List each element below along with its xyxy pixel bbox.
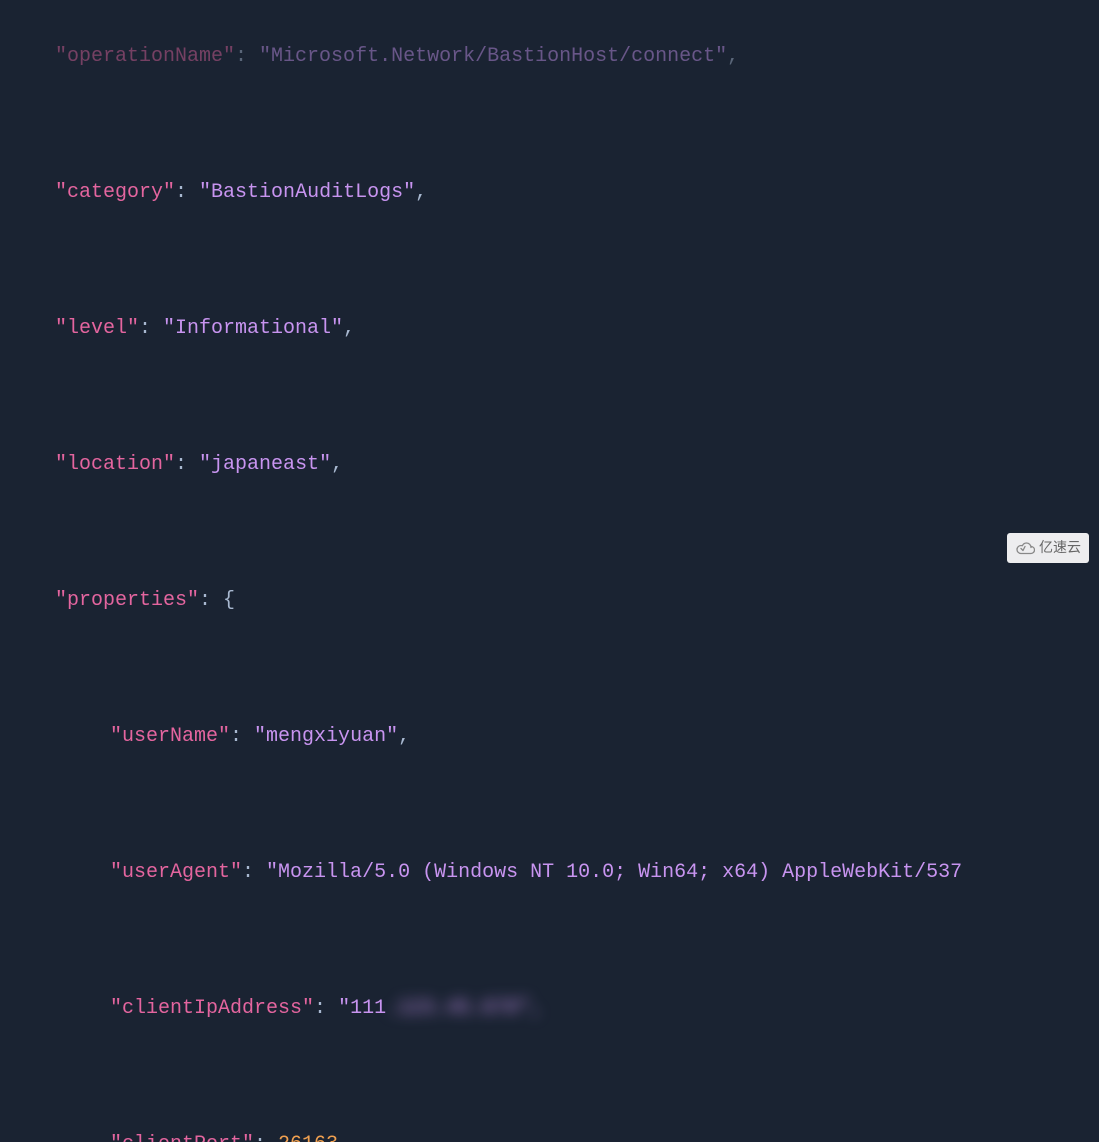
redacted-ip: .123.45.678", xyxy=(386,997,542,1020)
code-line: "category": "BastionAuditLogs", xyxy=(10,176,1099,210)
cloud-icon xyxy=(1015,541,1035,555)
code-line: "operationName": "Microsoft.Network/Bast… xyxy=(10,40,1099,74)
code-line: "clientPort": 26163, xyxy=(10,1128,1099,1142)
watermark-badge: 亿速云 xyxy=(1007,533,1089,563)
code-line: "userName": "mengxiyuan", xyxy=(10,720,1099,754)
code-line: "properties": { xyxy=(10,584,1099,618)
watermark-text: 亿速云 xyxy=(1039,536,1081,560)
code-line: "clientIpAddress": "111.123.45.678", xyxy=(10,992,1099,1026)
code-line: "location": "japaneast", xyxy=(10,448,1099,482)
json-code-block: "operationName": "Microsoft.Network/Bast… xyxy=(0,0,1099,1142)
code-line: "level": "Informational", xyxy=(10,312,1099,346)
code-line: "userAgent": "Mozilla/5.0 (Windows NT 10… xyxy=(10,856,1099,890)
